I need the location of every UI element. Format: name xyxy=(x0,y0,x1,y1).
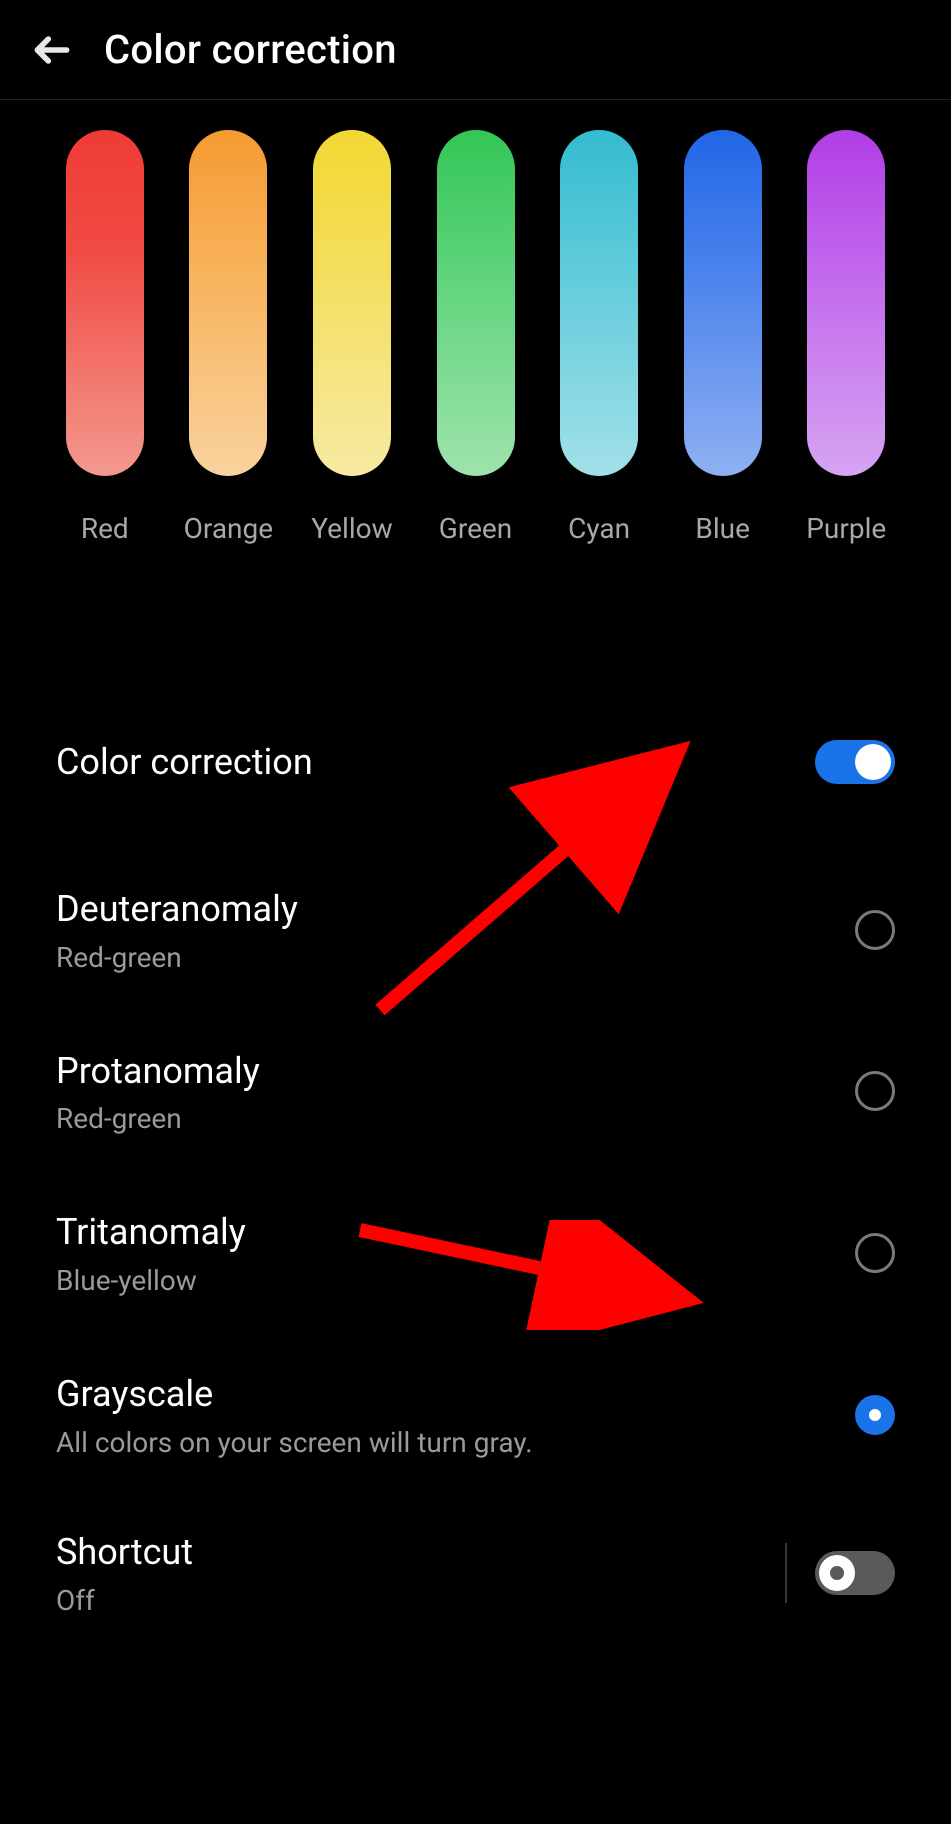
swatch-label: Green xyxy=(439,512,512,545)
swatch-red: Red xyxy=(58,130,152,545)
shortcut-status: Off xyxy=(56,1584,193,1617)
swatch-cyan: Cyan xyxy=(552,130,646,545)
color-correction-toggle[interactable] xyxy=(815,740,895,784)
shortcut-label: Shortcut xyxy=(56,1529,193,1576)
option-radio[interactable] xyxy=(855,1233,895,1273)
header: Color correction xyxy=(0,0,951,100)
swatch-bar xyxy=(560,130,638,476)
divider xyxy=(785,1543,787,1603)
swatch-yellow: Yellow xyxy=(305,130,399,545)
swatch-label: Purple xyxy=(806,512,886,545)
option-title: Tritanomaly xyxy=(56,1209,246,1256)
swatch-label: Red xyxy=(81,512,129,545)
toggle-label: Color correction xyxy=(56,739,313,786)
swatch-bar xyxy=(313,130,391,476)
swatch-label: Cyan xyxy=(568,512,630,545)
option-title: Protanomaly xyxy=(56,1048,260,1095)
swatch-bar xyxy=(684,130,762,476)
option-row-deuteranomaly[interactable]: Deuteranomaly Red-green xyxy=(56,856,895,1004)
shortcut-row[interactable]: Shortcut Off xyxy=(56,1499,895,1647)
shortcut-toggle[interactable] xyxy=(815,1551,895,1595)
option-radio[interactable] xyxy=(855,1395,895,1435)
page-title: Color correction xyxy=(104,26,397,73)
swatch-blue: Blue xyxy=(676,130,770,545)
swatch-label: Yellow xyxy=(311,512,392,545)
color-swatch-preview: Red Orange Yellow Green Cyan Blue Purple xyxy=(0,100,951,559)
swatch-label: Blue xyxy=(695,512,750,545)
color-correction-toggle-row[interactable]: Color correction xyxy=(56,709,895,816)
option-subtitle: Red-green xyxy=(56,1102,260,1135)
swatch-bar xyxy=(189,130,267,476)
back-icon[interactable] xyxy=(28,26,76,74)
swatch-label: Orange xyxy=(184,512,273,545)
swatch-green: Green xyxy=(429,130,523,545)
option-radio[interactable] xyxy=(855,1071,895,1111)
option-subtitle: Blue-yellow xyxy=(56,1264,246,1297)
settings-list: Color correction DeuteranomalyRed-greenP… xyxy=(0,559,951,1647)
swatch-bar xyxy=(437,130,515,476)
option-title: Deuteranomaly xyxy=(56,886,298,933)
option-subtitle: Red-green xyxy=(56,941,298,974)
swatch-bar xyxy=(66,130,144,476)
option-row-grayscale[interactable]: Grayscale All colors on your screen will … xyxy=(56,1341,895,1489)
option-row-tritanomaly[interactable]: Tritanomaly Blue-yellow xyxy=(56,1179,895,1327)
option-title: Grayscale xyxy=(56,1371,533,1418)
option-row-protanomaly[interactable]: Protanomaly Red-green xyxy=(56,1018,895,1166)
option-radio[interactable] xyxy=(855,910,895,950)
option-subtitle: All colors on your screen will turn gray… xyxy=(56,1426,533,1459)
swatch-bar xyxy=(807,130,885,476)
swatch-orange: Orange xyxy=(182,130,276,545)
swatch-purple: Purple xyxy=(799,130,893,545)
